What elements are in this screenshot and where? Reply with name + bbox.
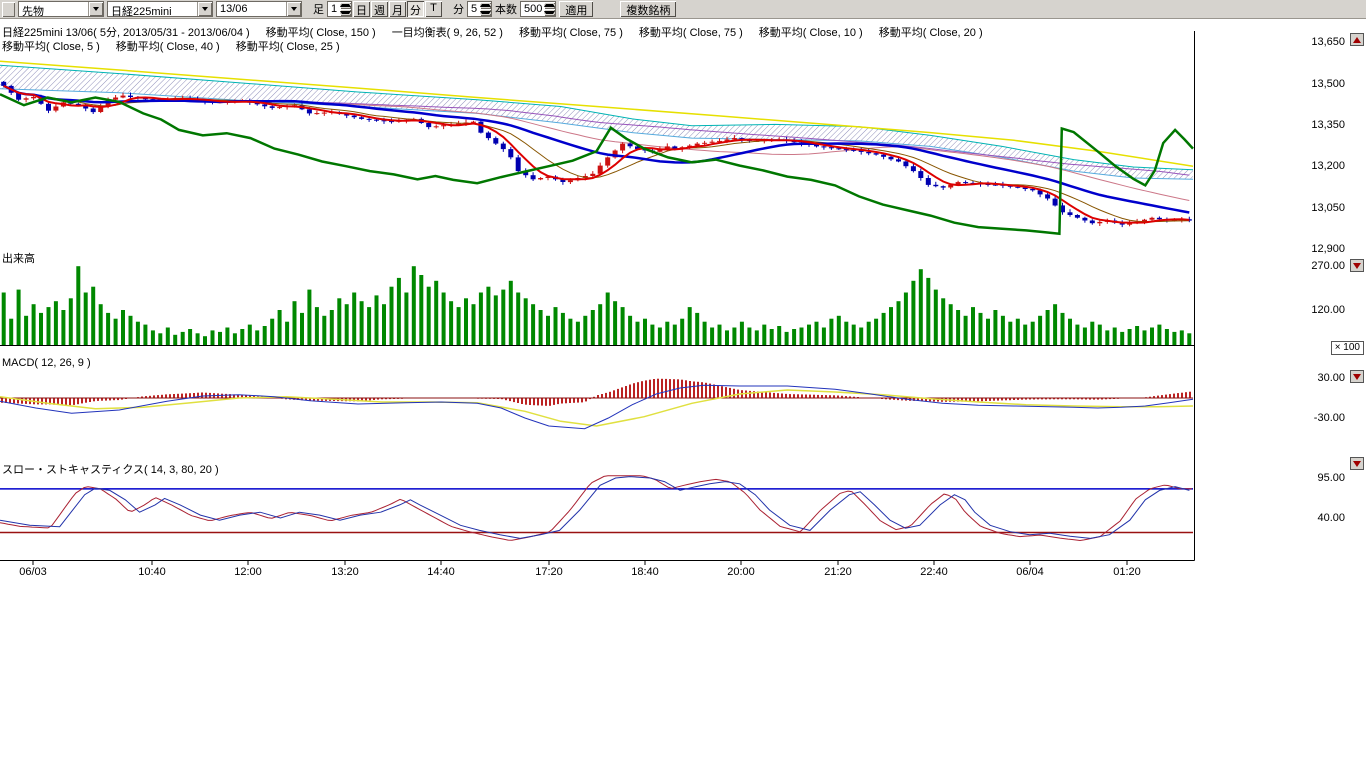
instrument-value: 日経225mini [108, 2, 197, 16]
macd-panel-label: MACD( 12, 26, 9 ) [2, 357, 91, 369]
time-axis-label: 10:40 [128, 566, 176, 578]
legend-item: 移動平均( Close, 75 ) [519, 24, 623, 40]
price-axis-label: 13,650 [1281, 36, 1345, 48]
chart-area: 日経225mini 13/06( 5分, 2013/05/31 - 2013/0… [0, 0, 1366, 768]
instrument-select[interactable]: 日経225mini [107, 1, 213, 17]
multi-symbol-button[interactable]: 複数銘柄 [620, 1, 676, 17]
chart-canvas[interactable] [0, 0, 1366, 600]
volume-scale-down-button[interactable] [1350, 259, 1364, 272]
time-axis-label: 12:00 [224, 566, 272, 578]
time-axis-label: 21:20 [814, 566, 862, 578]
price-axis-label: 13,350 [1281, 119, 1345, 131]
period-day-button[interactable]: 日 [353, 1, 370, 17]
minute-value: 5 [468, 2, 480, 16]
legend-item: 一目均衡表( 9, 26, 52 ) [392, 24, 503, 40]
price-axis-label: 13,050 [1281, 202, 1345, 214]
price-axis-label: 13,500 [1281, 78, 1345, 90]
time-axis-label: 06/03 [9, 566, 57, 578]
down-arrow-icon [1353, 461, 1361, 467]
macd-scale-down-button[interactable] [1350, 370, 1364, 383]
chevron-down-icon[interactable] [197, 2, 212, 16]
down-arrow-icon [1353, 263, 1361, 269]
legend-item: 移動平均( Close, 20 ) [879, 24, 983, 40]
price-axis-label: 13,200 [1281, 160, 1345, 172]
legend-item: 移動平均( Close, 25 ) [236, 38, 340, 54]
series-line [0, 89, 1193, 180]
bar-label: 足 [310, 1, 327, 17]
up-arrow-icon [1353, 37, 1361, 43]
period-tick-button[interactable]: T [425, 1, 442, 17]
spin-down-icon[interactable] [480, 9, 491, 16]
time-axis-label: 17:20 [525, 566, 573, 578]
apply-button[interactable]: 適用 [559, 1, 593, 17]
price-scale-up-button[interactable] [1350, 33, 1364, 46]
chevron-down-icon[interactable] [286, 2, 301, 16]
toolbar-grip[interactable] [2, 2, 15, 17]
time-axis-label: 06/04 [1006, 566, 1054, 578]
legend-item: 移動平均( Close, 40 ) [116, 38, 220, 54]
minute-spinner[interactable]: 5 [467, 1, 492, 17]
spin-up-icon[interactable] [340, 2, 351, 9]
spin-down-icon[interactable] [544, 9, 555, 16]
main-toolbar: 先物 日経225mini 13/06 足 1 日 週 月 分 T 分 5 本数 … [0, 0, 1366, 19]
count-label: 本数 [492, 1, 520, 17]
stochastics-scale-down-button[interactable] [1350, 457, 1364, 470]
series-line [0, 476, 1192, 541]
down-arrow-icon [1353, 374, 1361, 380]
bar-unit-spinner[interactable]: 1 [327, 1, 352, 17]
bar-count-spinner[interactable]: 500 [520, 1, 556, 17]
chevron-down-icon[interactable] [88, 2, 103, 16]
time-axis-label: 14:40 [417, 566, 465, 578]
time-axis-label: 13:20 [321, 566, 369, 578]
period-minute-button[interactable]: 分 [407, 1, 424, 17]
volume-axis-label: 270.00 [1281, 260, 1345, 272]
time-axis-label: 20:00 [717, 566, 765, 578]
stochastics-axis-label: 95.00 [1281, 472, 1345, 484]
legend-item: 移動平均( Close, 5 ) [2, 38, 100, 54]
instrument-type-value: 先物 [19, 2, 88, 16]
volume-multiplier-label: × 100 [1331, 341, 1364, 355]
spin-up-icon[interactable] [480, 2, 491, 9]
time-axis-label: 18:40 [621, 566, 669, 578]
instrument-type-select[interactable]: 先物 [18, 1, 104, 17]
stochastics-panel-label: スロー・ストキャスティクス( 14, 3, 80, 20 ) [2, 461, 219, 477]
minute-label: 分 [450, 1, 467, 17]
contract-month-select[interactable]: 13/06 [216, 1, 302, 17]
volume-panel-label: 出来高 [2, 250, 35, 266]
contract-month-value: 13/06 [217, 2, 286, 16]
period-month-button[interactable]: 月 [389, 1, 406, 17]
spin-up-icon[interactable] [544, 2, 555, 9]
legend-item: 移動平均( Close, 75 ) [639, 24, 743, 40]
bar-unit-value: 1 [328, 2, 340, 16]
legend-item: 移動平均( Close, 10 ) [759, 24, 863, 40]
spin-down-icon[interactable] [340, 9, 351, 16]
legend-row-2: 移動平均( Close, 5 ) 移動平均( Close, 40 ) 移動平均(… [2, 38, 340, 54]
volume-axis-label: 120.00 [1281, 304, 1345, 316]
price-axis-label: 12,900 [1281, 243, 1345, 255]
series-line [0, 477, 1189, 539]
time-axis-label: 22:40 [910, 566, 958, 578]
macd-axis-label: 30.00 [1281, 372, 1345, 384]
series-line [4, 86, 1190, 201]
series-line [0, 385, 1193, 428]
bar-count-value: 500 [521, 2, 544, 16]
time-axis-label: 01:20 [1103, 566, 1151, 578]
stochastics-axis-label: 40.00 [1281, 512, 1345, 524]
period-week-button[interactable]: 週 [371, 1, 388, 17]
macd-axis-label: -30.00 [1281, 412, 1345, 424]
